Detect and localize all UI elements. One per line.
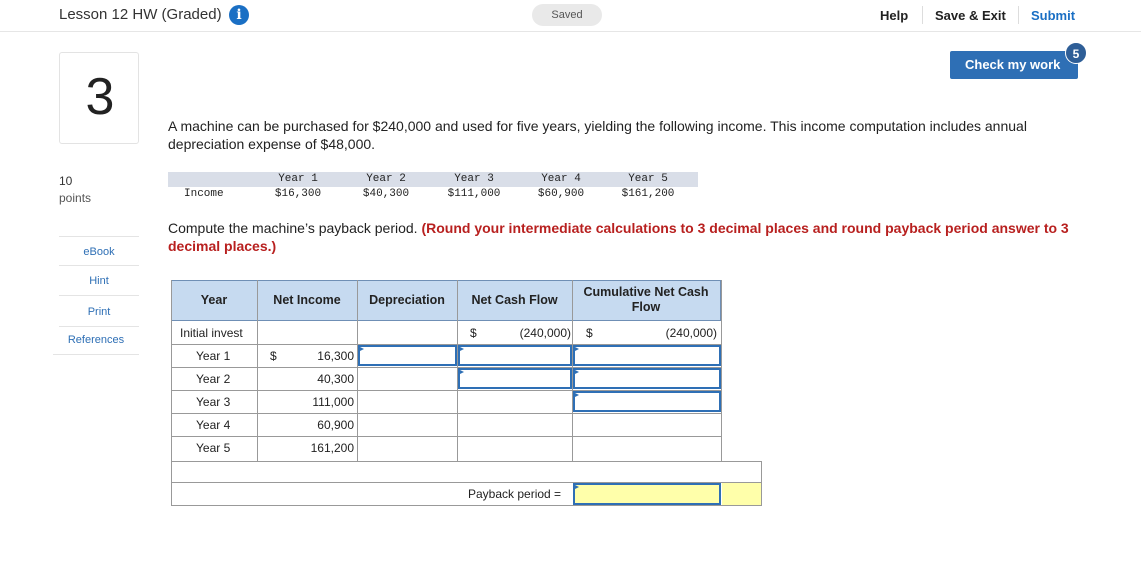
print-link[interactable]: Print xyxy=(59,297,139,327)
question-number-box: 3 xyxy=(59,52,139,144)
net-cash-flow-year1-input[interactable] xyxy=(458,345,572,366)
net-income-value: 161,200 xyxy=(310,441,354,455)
check-my-work-button[interactable]: Check my work xyxy=(950,51,1078,79)
depreciation-year1-input[interactable] xyxy=(358,345,457,366)
col-header-net-cash-flow: Net Cash Flow xyxy=(471,293,558,307)
income-year-label: Year 4 xyxy=(541,173,581,185)
hint-link[interactable]: Hint xyxy=(59,266,139,296)
income-year-label: Year 2 xyxy=(366,173,406,185)
cumulative-year3-input[interactable] xyxy=(573,391,721,412)
income-row-label: Income xyxy=(184,188,224,200)
net-income-value: 111,000 xyxy=(312,395,354,409)
net-income-value: 40,300 xyxy=(317,372,354,386)
row-year-label: Year 5 xyxy=(196,441,231,455)
income-value: $60,900 xyxy=(537,188,585,200)
grid-line xyxy=(257,280,258,462)
points-label: points xyxy=(59,191,92,205)
initial-net-cash-flow: (240,000) xyxy=(519,326,571,340)
net-income-value: 16,300 xyxy=(317,349,354,363)
help-link[interactable]: Help xyxy=(880,8,908,23)
income-value: $161,200 xyxy=(621,188,675,200)
question-number: 3 xyxy=(85,68,115,126)
points-value: 10 xyxy=(59,174,73,188)
grid-line xyxy=(171,505,762,506)
input-marker-icon xyxy=(573,369,579,375)
input-marker-icon xyxy=(358,346,364,352)
input-marker-icon xyxy=(458,369,464,375)
cumulative-year2-input[interactable] xyxy=(573,368,721,389)
grid-line xyxy=(357,280,358,462)
grid-line xyxy=(721,280,722,462)
row-year-label: Year 1 xyxy=(196,349,231,363)
cumulative-year1-input[interactable] xyxy=(573,345,721,366)
row-year-label: Year 2 xyxy=(196,372,231,386)
grid-line xyxy=(171,413,721,414)
assignment-title: Lesson 12 HW (Graded) xyxy=(59,6,222,23)
dollar-sign: $ xyxy=(586,326,593,340)
income-year-label: Year 1 xyxy=(278,173,318,185)
grid-line xyxy=(171,461,762,462)
link-divider xyxy=(1018,6,1019,24)
checks-remaining-badge: 5 xyxy=(1065,42,1087,64)
save-exit-link[interactable]: Save & Exit xyxy=(935,8,1006,23)
compute-instruction: Compute the machine’s payback period. (R… xyxy=(168,219,1078,255)
dollar-sign: $ xyxy=(470,326,477,340)
row-year-label: Year 3 xyxy=(196,395,231,409)
payback-period-input[interactable] xyxy=(573,483,721,505)
col-header-year: Year xyxy=(200,293,228,307)
income-value: $16,300 xyxy=(274,188,322,200)
initial-cumulative-cash-flow: (240,000) xyxy=(665,326,717,340)
dollar-sign: $ xyxy=(270,349,277,363)
top-bar: Lesson 12 HW (Graded) i Saved Help Save … xyxy=(0,0,1141,32)
payback-answer-cell xyxy=(722,483,761,505)
submit-link[interactable]: Submit xyxy=(1031,8,1075,23)
input-marker-icon xyxy=(573,346,579,352)
grid-line xyxy=(171,436,721,437)
question-prompt: A machine can be purchased for $240,000 … xyxy=(168,118,1027,152)
net-income-value: 60,900 xyxy=(317,418,354,432)
payback-worksheet: Year Net Income Depreciation Net Cash Fl… xyxy=(171,280,762,506)
input-marker-icon xyxy=(458,346,464,352)
row-year-label: Initial invest xyxy=(180,326,243,340)
col-header-cumulative: Cumulative Net Cash Flow xyxy=(583,285,709,314)
col-header-depreciation: Depreciation xyxy=(369,293,445,307)
net-cash-flow-year2-input[interactable] xyxy=(458,368,572,389)
references-link[interactable]: References xyxy=(53,325,139,355)
compute-text: Compute the machine’s payback period. xyxy=(168,220,422,236)
input-marker-icon xyxy=(573,392,579,398)
ebook-link[interactable]: eBook xyxy=(59,236,139,266)
payback-period-label: Payback period = xyxy=(468,487,562,501)
income-value: $111,000 xyxy=(447,188,501,200)
income-value: $40,300 xyxy=(362,188,410,200)
input-marker-icon xyxy=(573,484,579,490)
info-icon[interactable]: i xyxy=(229,5,249,25)
saved-status-badge: Saved xyxy=(532,4,602,26)
grid-line xyxy=(171,280,172,506)
link-divider xyxy=(922,6,923,24)
col-header-net-income: Net Income xyxy=(273,293,341,307)
income-year-label: Year 3 xyxy=(454,173,494,185)
grid-line xyxy=(761,462,762,506)
row-year-label: Year 4 xyxy=(196,418,231,432)
income-year-label: Year 5 xyxy=(628,173,668,185)
